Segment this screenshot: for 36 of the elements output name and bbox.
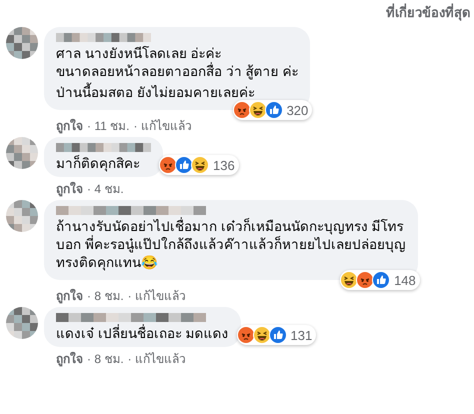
laughing-reaction-icon [191, 156, 209, 174]
comment-time: · 8 ชม. [87, 351, 124, 368]
edited-label: · แก้ไขแล้ว [128, 288, 186, 305]
comment-text: ถ้านางรับนัดอย่าไปเชื่อมาก เด๋วก็เหมือนนัดกะบุญทรง มีโทร [56, 218, 405, 235]
angry-reaction-icon [159, 156, 177, 174]
edited-label: · แก้ไขแล้ว [133, 118, 192, 135]
comment-time: · 4 ชม. [87, 181, 124, 198]
comment-time: · 8 ชม. [87, 288, 124, 305]
like-reaction-icon [372, 271, 390, 289]
angry-reaction-icon [236, 326, 255, 344]
like-reaction-icon [264, 101, 283, 119]
angry-reaction-icon [232, 101, 251, 119]
laughing-reaction-icon [252, 326, 271, 344]
like-reaction-icon [175, 156, 193, 174]
like-link[interactable]: ถูกใจ [56, 179, 83, 198]
reaction-summary[interactable]: 148 [340, 270, 420, 290]
sort-label[interactable]: ที่เกี่ยวข้องที่สุด [386, 2, 470, 23]
comment-text: ทรงติดคุกแทน😂 [56, 254, 159, 272]
comment-text: มาก็ติดคุกสิคะ [56, 155, 141, 173]
comment-text: บอก พี่คะรอนู๋แป๊ปใกล้ถึงแล้วค๊าาแล้วก็หายยไปเลยปล่อยบุญ [56, 236, 406, 254]
comment-text: ป่านนี้อมสตอ ยังไม่ยอมคายเลยค่ะ [56, 84, 298, 102]
angry-reaction-icon [356, 271, 374, 289]
laughing-reaction-icon [248, 101, 267, 119]
laughing-reaction-icon [340, 271, 358, 289]
like-link[interactable]: ถูกใจ [56, 349, 83, 368]
like-link[interactable]: ถูกใจ [56, 116, 83, 135]
reaction-summary[interactable]: 320 [232, 100, 312, 120]
comment-text: ศาล นางยังหนีโลดเลย อ่ะค่ะ [56, 45, 223, 62]
reaction-summary[interactable]: 131 [236, 325, 316, 345]
edited-label: · แก้ไขแล้ว [128, 351, 186, 368]
like-link[interactable]: ถูกใจ [56, 286, 83, 305]
like-reaction-icon [268, 326, 287, 344]
reaction-summary[interactable]: 136 [159, 155, 239, 175]
comment-time: · 11 ชม. [87, 118, 130, 135]
comment-text: ขนาดลอยหน้าลอยตาออกสื่อ ว่า สู้ตาย ค่ะ [56, 63, 298, 81]
comment-text: แดงเจ๋ เปลี่ยนชื่อเถอะ มดแดง [56, 325, 229, 343]
